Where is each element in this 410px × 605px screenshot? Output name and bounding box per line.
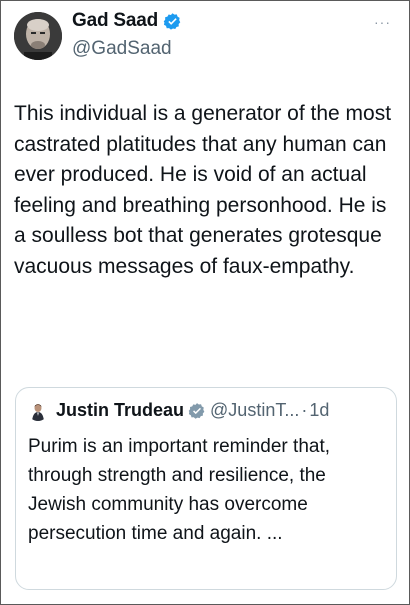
author-handle[interactable]: @GadSaad: [72, 38, 172, 60]
quoted-author-name[interactable]: Justin Trudeau: [56, 400, 184, 421]
verified-badge-icon: [163, 12, 181, 30]
more-options-icon[interactable]: ···: [374, 14, 391, 30]
quoted-tweet[interactable]: Justin Trudeau @JustinT... · 1d Purim is…: [15, 387, 397, 590]
author-name[interactable]: Gad Saad: [72, 10, 158, 32]
author-avatar[interactable]: [14, 12, 62, 60]
tweet-text: This individual is a generator of the mo…: [14, 102, 392, 278]
separator-dot: ·: [301, 400, 308, 420]
quoted-author-avatar[interactable]: [28, 400, 48, 421]
quoted-tweet-text: Purim is an important reminder that, thr…: [28, 436, 331, 544]
verified-badge-icon: [188, 402, 205, 419]
quoted-timestamp[interactable]: 1d: [309, 400, 329, 421]
quoted-author-handle[interactable]: @JustinT...: [210, 400, 299, 421]
avatar-photo-icon: [28, 400, 48, 421]
avatar-photo-icon: [14, 12, 62, 60]
tweet-card[interactable]: Gad Saad @GadSaad ··· This individual is…: [0, 0, 410, 605]
